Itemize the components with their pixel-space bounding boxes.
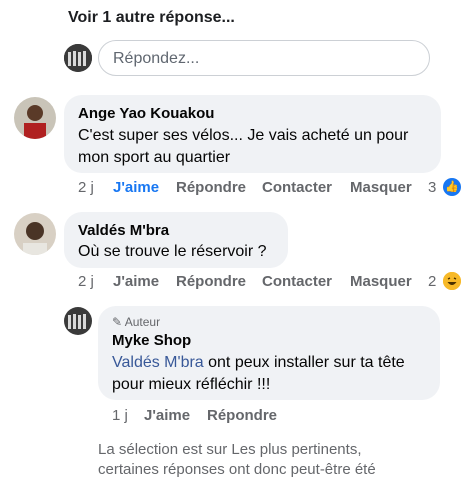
hide-button[interactable]: Masquer [350, 179, 412, 196]
page-avatar[interactable] [64, 307, 92, 335]
comment-author[interactable]: Valdés M'bra [78, 222, 169, 239]
like-button[interactable]: J'aime [113, 273, 159, 290]
reply-actions: 1 j J'aime Répondre [0, 407, 474, 427]
like-button[interactable]: J'aime [113, 179, 159, 196]
reaction-count[interactable]: 2 [428, 273, 436, 290]
like-reaction-icon: 👍 [443, 178, 461, 196]
reaction-count[interactable]: 3 [428, 179, 436, 196]
contact-button[interactable]: Contacter [262, 273, 332, 290]
comment-bubble: Valdés M'bra Où se trouve le réservoir ? [64, 212, 288, 268]
reply-text-line: Valdés M'bra ont peux installer sur ta t… [112, 354, 405, 371]
reply-text-line: pour mieux réfléchir !!! [112, 376, 271, 393]
comment-text-line: C'est super ses vélos... Je vais acheté … [78, 127, 409, 144]
reply-button[interactable]: Répondre [176, 179, 246, 196]
contact-button[interactable]: Contacter [262, 179, 332, 196]
hide-button[interactable]: Masquer [350, 273, 412, 290]
mention-link[interactable]: Valdés M'bra [112, 354, 204, 371]
commenter-avatar[interactable] [14, 97, 56, 139]
like-button[interactable]: J'aime [144, 407, 190, 424]
sort-notice-line: certaines réponses ont donc peut-être ét… [98, 461, 376, 478]
reply-bubble: ✎ Auteur Myke Shop Valdés M'bra ont peux… [98, 306, 440, 400]
author-badge: ✎ Auteur [112, 315, 161, 329]
comment-actions: 2 j J'aime Répondre Contacter Masquer [0, 179, 474, 199]
comment-text-line: Où se trouve le réservoir ? [78, 243, 267, 260]
reply-button[interactable]: Répondre [176, 273, 246, 290]
haha-reaction-icon [443, 272, 461, 290]
reply-input[interactable]: Répondez... [98, 40, 430, 76]
view-more-replies-link[interactable]: Voir 1 autre réponse... [68, 9, 235, 27]
reply-author[interactable]: Myke Shop [112, 332, 191, 349]
comment-bubble: Ange Yao Kouakou C'est super ses vélos..… [64, 95, 441, 173]
commenter-avatar[interactable] [14, 213, 56, 255]
pencil-icon: ✎ [112, 315, 123, 329]
current-user-avatar [64, 44, 92, 72]
comment-text-line: mon sport au quartier [78, 149, 231, 166]
sort-notice-line: La sélection est sur Les plus pertinents… [98, 441, 362, 458]
comment-time[interactable]: 2 j [78, 273, 94, 290]
comment-time[interactable]: 2 j [78, 179, 94, 196]
comment-actions: 2 j J'aime Répondre Contacter Masquer [0, 273, 474, 293]
reply-button[interactable]: Répondre [207, 407, 277, 424]
reply-time[interactable]: 1 j [112, 407, 128, 424]
comment-author[interactable]: Ange Yao Kouakou [78, 105, 214, 122]
